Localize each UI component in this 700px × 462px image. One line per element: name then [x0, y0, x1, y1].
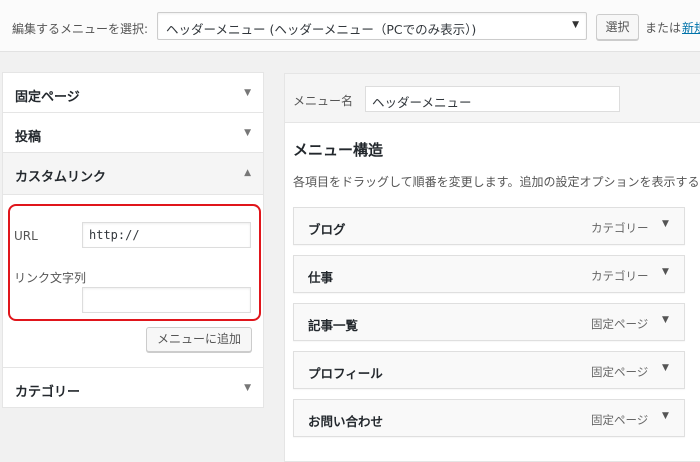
- menu-name-value: ヘッダーメニュー: [372, 95, 472, 110]
- link-text-label: リンク文字列: [14, 271, 87, 285]
- menu-select-dropdown[interactable]: ヘッダーメニュー (ヘッダーメニュー（PCでのみ表示）) ▼: [157, 12, 587, 40]
- chevron-down-icon[interactable]: ▼: [662, 411, 669, 421]
- add-to-menu-button[interactable]: メニューに追加: [146, 327, 252, 352]
- menu-name-label: メニュー名: [293, 94, 354, 108]
- url-input-value: http://: [89, 228, 140, 242]
- url-input[interactable]: http://: [82, 222, 251, 248]
- link-text-input[interactable]: [82, 287, 251, 313]
- selected-menu-text: ヘッダーメニュー (ヘッダーメニュー（PCでのみ表示）): [166, 22, 477, 37]
- menu-structure-title: メニュー構造: [293, 141, 384, 159]
- menu-item-title: プロフィール: [308, 366, 383, 381]
- menu-select-label: 編集するメニューを選択:: [12, 22, 149, 36]
- menu-item-type: 固定ページ: [591, 317, 649, 331]
- chevron-up-icon[interactable]: ▲: [244, 168, 251, 178]
- select-button[interactable]: 選択: [596, 14, 639, 40]
- menu-item-title: 仕事: [308, 270, 334, 285]
- chevron-down-icon[interactable]: ▼: [244, 383, 251, 393]
- accordion-header[interactable]: カスタムリンク ▲: [3, 153, 263, 195]
- menu-item-title: ブログ: [308, 222, 346, 237]
- menu-item[interactable]: お問い合わせ 固定ページ ▼: [293, 399, 685, 437]
- menu-item[interactable]: ブログ カテゴリー ▼: [293, 207, 685, 245]
- accordion-posts[interactable]: 投稿 ▼: [2, 112, 264, 153]
- chevron-down-icon[interactable]: ▼: [244, 128, 251, 138]
- menu-structure-description: 各項目をドラッグして順番を変更します。追加の設定オプションを表示する: [293, 175, 700, 189]
- chevron-down-icon: ▼: [572, 20, 579, 30]
- menu-item-type: 固定ページ: [591, 365, 649, 379]
- accordion-pages[interactable]: 固定ページ ▼: [2, 72, 264, 113]
- accordion-title: カテゴリー: [15, 385, 81, 400]
- menu-item-title: 記事一覧: [308, 318, 359, 333]
- menu-item-type: 固定ページ: [591, 413, 649, 427]
- chevron-down-icon[interactable]: ▼: [662, 315, 669, 325]
- menu-item-title: お問い合わせ: [308, 414, 384, 429]
- menu-item-type: カテゴリー: [591, 221, 649, 235]
- chevron-down-icon[interactable]: ▼: [662, 267, 669, 277]
- url-label: URL: [14, 229, 38, 243]
- accordion-title: 固定ページ: [15, 90, 80, 105]
- create-new-menu-link[interactable]: 新規: [682, 19, 700, 36]
- menu-item-type: カテゴリー: [591, 269, 649, 283]
- menu-item[interactable]: プロフィール 固定ページ ▼: [293, 351, 685, 389]
- chevron-down-icon[interactable]: ▼: [662, 363, 669, 373]
- accordion-categories[interactable]: カテゴリー ▼: [2, 367, 264, 408]
- menu-item[interactable]: 仕事 カテゴリー ▼: [293, 255, 685, 293]
- chevron-down-icon[interactable]: ▼: [244, 88, 251, 98]
- menu-name-input[interactable]: ヘッダーメニュー: [365, 86, 620, 112]
- chevron-down-icon[interactable]: ▼: [662, 219, 669, 229]
- menu-item[interactable]: 記事一覧 固定ページ ▼: [293, 303, 685, 341]
- accordion-title: カスタムリンク: [15, 170, 107, 185]
- or-text: または: [645, 21, 682, 35]
- accordion-title: 投稿: [15, 130, 42, 145]
